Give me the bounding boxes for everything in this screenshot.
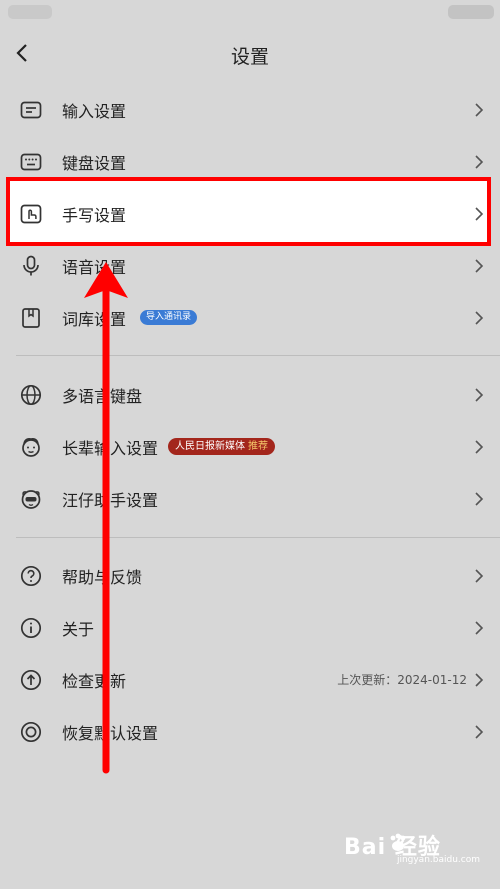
handwriting-icon [20,204,42,224]
status-icons-blurred [448,5,494,19]
elder-face-icon [22,438,40,457]
globe-icon [20,384,42,406]
chevron-right-icon [475,103,484,117]
assistant-face-icon [21,490,41,509]
badge-highlight-text: 推荐 [248,441,268,452]
recommend-badge: 人民日报新媒体 推荐 [168,438,275,455]
settings-item-input[interactable]: 输入设置 [0,84,500,136]
info-icon [20,617,42,639]
chevron-right-icon [475,207,484,221]
section-divider [16,537,500,538]
keyboard-icon [20,153,42,171]
settings-item-label: 恢复默认设置 [62,724,159,743]
chevron-right-icon [475,155,484,169]
chevron-right-icon [475,569,484,583]
settings-item-about[interactable]: 关于 [0,602,500,654]
dictionary-icon [22,308,40,328]
update-icon [20,669,42,691]
settings-item-label: 帮助与反馈 [62,568,143,587]
chevron-right-icon [475,673,484,687]
last-update-text: 上次更新：2024-01-12 [337,673,467,687]
settings-item-label: 词库设置 [62,310,127,329]
reset-icon [20,721,42,743]
chevron-right-icon [475,388,484,402]
chevron-right-icon [475,725,484,739]
chevron-right-icon [475,440,484,454]
input-settings-icon [20,101,42,119]
settings-item-voice[interactable]: 语音设置 [0,240,500,292]
page-title: 设置 [230,46,269,68]
settings-item-label: 输入设置 [62,102,127,121]
section-divider [16,355,500,356]
badge-text: 人民日报新媒体 [175,441,245,452]
chevron-right-icon [475,311,484,325]
settings-item-label: 多语言键盘 [62,387,143,406]
status-bar [0,0,500,28]
settings-item-label: 关于 [62,620,95,639]
chevron-right-icon [475,259,484,273]
settings-item-label: 检查更新 [62,672,127,691]
settings-item-help[interactable]: 帮助与反馈 [0,550,500,602]
settings-item-label: 键盘设置 [62,154,127,173]
settings-item-dictionary[interactable]: 词库设置 导入通讯录 [0,292,500,344]
status-time-blurred [8,5,52,19]
baidu-jingyan-watermark: Bai 经验 jingyan.baidu.com [344,827,484,871]
settings-item-elder-input[interactable]: 长辈输入设置 人民日报新媒体 推荐 [0,421,500,473]
chevron-right-icon [475,492,484,506]
settings-item-label: 语音设置 [62,258,127,277]
settings-item-multilingual[interactable]: 多语言键盘 [0,369,500,421]
settings-item-handwriting[interactable]: 手写设置 [0,188,500,240]
watermark-url: jingyan.baidu.com [396,855,480,865]
settings-item-label: 手写设置 [62,206,127,225]
help-icon [20,565,42,587]
import-contacts-badge: 导入通讯录 [140,310,198,325]
header: 设置 [0,30,500,78]
settings-item-label: 汪仔助手设置 [62,491,159,510]
chevron-right-icon [475,621,484,635]
settings-item-reset[interactable]: 恢复默认设置 [0,706,500,758]
settings-item-check-update[interactable]: 检查更新 上次更新：2024-01-12 [0,654,500,706]
microphone-icon [23,255,39,276]
settings-item-assistant[interactable]: 汪仔助手设置 [0,473,500,525]
settings-item-label: 长辈输入设置 [62,439,159,458]
paw-icon [390,833,406,851]
